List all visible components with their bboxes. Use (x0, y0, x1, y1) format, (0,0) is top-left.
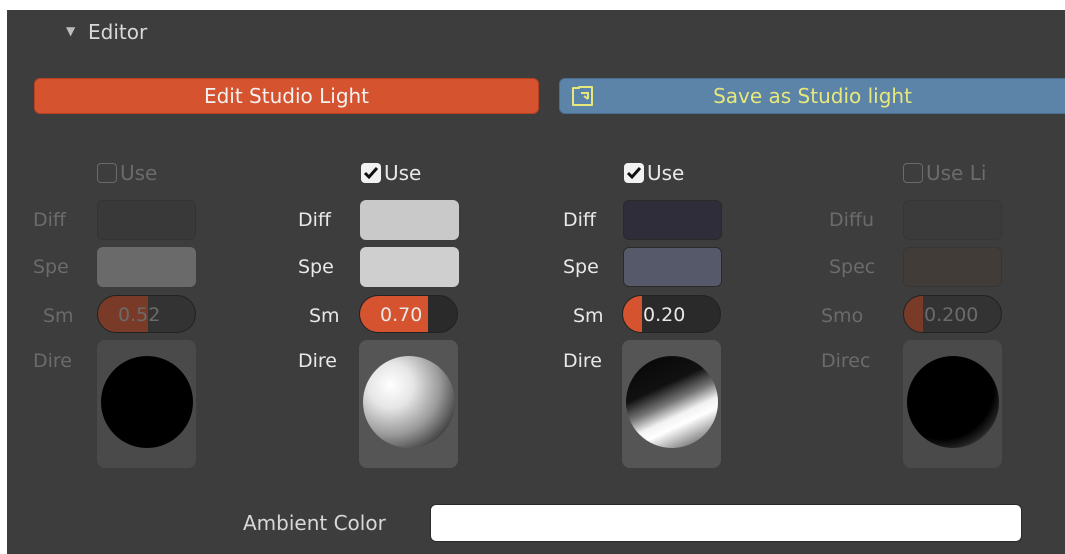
light-4-specular-label: Spec (829, 256, 876, 278)
light-2-smooth-value: 0.70 (380, 304, 423, 326)
light-1-use-checkbox[interactable] (97, 163, 117, 183)
ambient-color-label: Ambient Color (243, 511, 386, 535)
light-4-smooth-label: Smo (821, 305, 864, 327)
light-3-smooth-fill (623, 296, 643, 332)
light-4-smooth-fill (904, 296, 924, 332)
light-1-smooth-value: 0.52 (118, 304, 161, 326)
light-4-smooth-slider[interactable]: 0.200 (903, 295, 1002, 333)
light-3-smooth-label: Sm (573, 305, 604, 327)
edit-studio-light-label: Edit Studio Light (203, 84, 370, 108)
light-4-use-toggle[interactable]: Use Li (903, 160, 986, 186)
light-2-diffuse-label: Diff (298, 209, 331, 231)
light-3-direction-sphere[interactable] (626, 356, 718, 448)
light-4-use-label: Use Li (926, 161, 987, 185)
light-1-direction-sphere[interactable] (101, 356, 193, 448)
light-1-direction-label: Dire (33, 350, 72, 372)
light-3-smooth-value: 0.20 (643, 304, 686, 326)
light-3-diffuse-label: Diff (563, 209, 596, 231)
light-2-direction-widget[interactable] (359, 340, 458, 468)
light-1-diffuse-color[interactable] (97, 200, 196, 240)
light-4-diffuse-label: Diffu (829, 209, 875, 231)
light-4-specular-color[interactable] (903, 247, 1002, 287)
light-3-use-toggle[interactable]: Use (624, 160, 684, 186)
light-4-direction-widget[interactable] (903, 340, 1002, 468)
light-1-use-label: Use (120, 161, 158, 185)
light-3-use-label: Use (647, 161, 685, 185)
checkmark-icon (626, 167, 642, 180)
section-title[interactable]: Editor (88, 20, 147, 44)
light-2-diffuse-color[interactable] (360, 200, 459, 240)
light-3-direction-widget[interactable] (622, 340, 721, 468)
light-4-direction-label: Direc (821, 350, 871, 372)
light-1-smooth-slider[interactable]: 0.52 (97, 295, 196, 333)
light-4-direction-sphere[interactable] (907, 356, 999, 448)
light-3-direction-label: Dire (563, 350, 602, 372)
light-1-smooth-label: Sm (43, 305, 74, 327)
edit-studio-light-button[interactable]: Edit Studio Light (34, 78, 539, 114)
light-2-smooth-slider[interactable]: 0.70 (359, 295, 458, 333)
light-3-diffuse-color[interactable] (623, 200, 722, 240)
light-2-use-toggle[interactable]: Use (361, 160, 421, 186)
light-2-direction-label: Dire (298, 350, 337, 372)
light-1-use-toggle[interactable]: Use (97, 160, 157, 186)
light-3-smooth-slider[interactable]: 0.20 (622, 295, 721, 333)
light-2-smooth-label: Sm (309, 305, 340, 327)
collapse-triangle-icon[interactable]: ▼ (66, 24, 75, 38)
light-2-use-checkbox[interactable] (361, 163, 381, 183)
light-2-direction-sphere[interactable] (363, 356, 455, 448)
light-1-direction-widget[interactable] (97, 340, 196, 468)
light-1-diffuse-label: Diff (33, 209, 66, 231)
light-3-specular-label: Spe (563, 256, 599, 278)
save-studio-light-label: Save as Studio light (713, 84, 912, 108)
light-2-specular-label: Spe (298, 256, 334, 278)
save-studio-light-button[interactable]: Save as Studio light (559, 78, 1065, 114)
light-1-specular-label: Spe (33, 256, 69, 278)
light-4-smooth-value: 0.200 (924, 304, 979, 326)
ambient-color-field[interactable] (430, 504, 1022, 542)
light-3-use-checkbox[interactable] (624, 163, 644, 183)
light-1-specular-color[interactable] (97, 247, 196, 287)
checkmark-icon (363, 167, 379, 180)
light-2-specular-color[interactable] (360, 247, 459, 287)
light-4-diffuse-color[interactable] (903, 200, 1002, 240)
light-4-use-checkbox[interactable] (903, 163, 923, 183)
light-2-use-label: Use (384, 161, 422, 185)
light-3-specular-color[interactable] (623, 247, 722, 287)
save-file-icon (572, 86, 593, 106)
